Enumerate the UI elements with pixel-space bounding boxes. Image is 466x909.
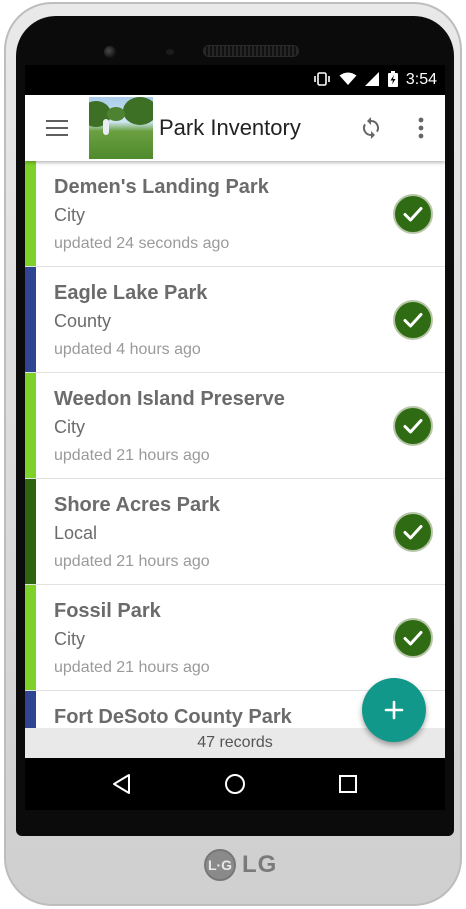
synced-check-icon [393,618,433,658]
list-item[interactable]: Fossil Park City updated 21 hours ago [25,585,445,691]
menu-icon [46,120,68,136]
menu-button[interactable] [25,95,89,161]
list-item[interactable]: Weedon Island Preserve City updated 21 h… [25,373,445,479]
add-record-button[interactable] [362,678,426,742]
back-button[interactable] [102,764,142,804]
recents-button[interactable] [328,764,368,804]
back-icon [112,774,130,794]
sync-button[interactable] [345,95,397,161]
status-time: 3:54 [405,71,437,88]
park-type: City [54,629,85,649]
signal-icon [364,72,380,88]
updated-time: updated 4 hours ago [54,341,201,358]
front-camera [104,46,116,58]
updated-time: updated 21 hours ago [54,553,210,570]
category-color-bar [25,585,36,690]
list-item[interactable]: Eagle Lake Park County updated 4 hours a… [25,267,445,373]
sync-icon [362,117,380,139]
home-button[interactable] [215,764,255,804]
recents-icon [339,775,358,793]
lg-logo-mark: L·G [204,849,236,881]
status-bar: 3:54 [25,65,445,95]
app-screen: 3:54 Park Inventory Demen's Landing Park… [25,65,445,810]
park-type: City [54,417,85,437]
park-type: County [54,311,112,331]
updated-time: updated 21 hours ago [54,659,210,676]
more-vert-icon [418,117,424,139]
park-thumbnail-image [89,97,153,159]
battery-charging-icon [387,71,398,89]
category-color-bar [25,479,36,584]
lg-logo: L·G LG [204,849,277,881]
synced-check-icon [393,512,433,552]
wifi-icon [339,72,357,88]
synced-check-icon [393,300,433,340]
lg-brand-text: LG [242,851,278,878]
earpiece-speaker [203,45,299,57]
app-title: Park Inventory [159,115,301,140]
park-name: Fort DeSoto County Park [54,706,292,728]
category-color-bar [25,691,36,728]
system-nav-bar [25,758,445,810]
park-list: Demen's Landing Park City updated 24 sec… [25,161,445,728]
synced-check-icon [393,194,433,234]
proximity-sensor [166,49,174,55]
add-icon [384,700,404,720]
category-color-bar [25,373,36,478]
list-item[interactable]: Shore Acres Park Local updated 21 hours … [25,479,445,585]
list-item[interactable]: Demen's Landing Park City updated 24 sec… [25,161,445,267]
park-name: Weedon Island Preserve [54,388,285,410]
category-color-bar [25,267,36,372]
park-type: City [54,205,85,225]
park-name: Demen's Landing Park [54,176,269,198]
park-type: Local [54,523,98,543]
home-icon [224,774,245,794]
park-name: Eagle Lake Park [54,282,208,304]
category-color-bar [25,161,36,266]
synced-check-icon [393,406,433,446]
updated-time: updated 21 hours ago [54,447,210,464]
overflow-menu-button[interactable] [397,95,445,161]
vibrate-icon [313,72,331,88]
updated-time: updated 24 seconds ago [54,235,230,252]
park-name: Shore Acres Park [54,494,221,516]
app-bar: Park Inventory [25,95,445,161]
park-name: Fossil Park [54,600,161,622]
